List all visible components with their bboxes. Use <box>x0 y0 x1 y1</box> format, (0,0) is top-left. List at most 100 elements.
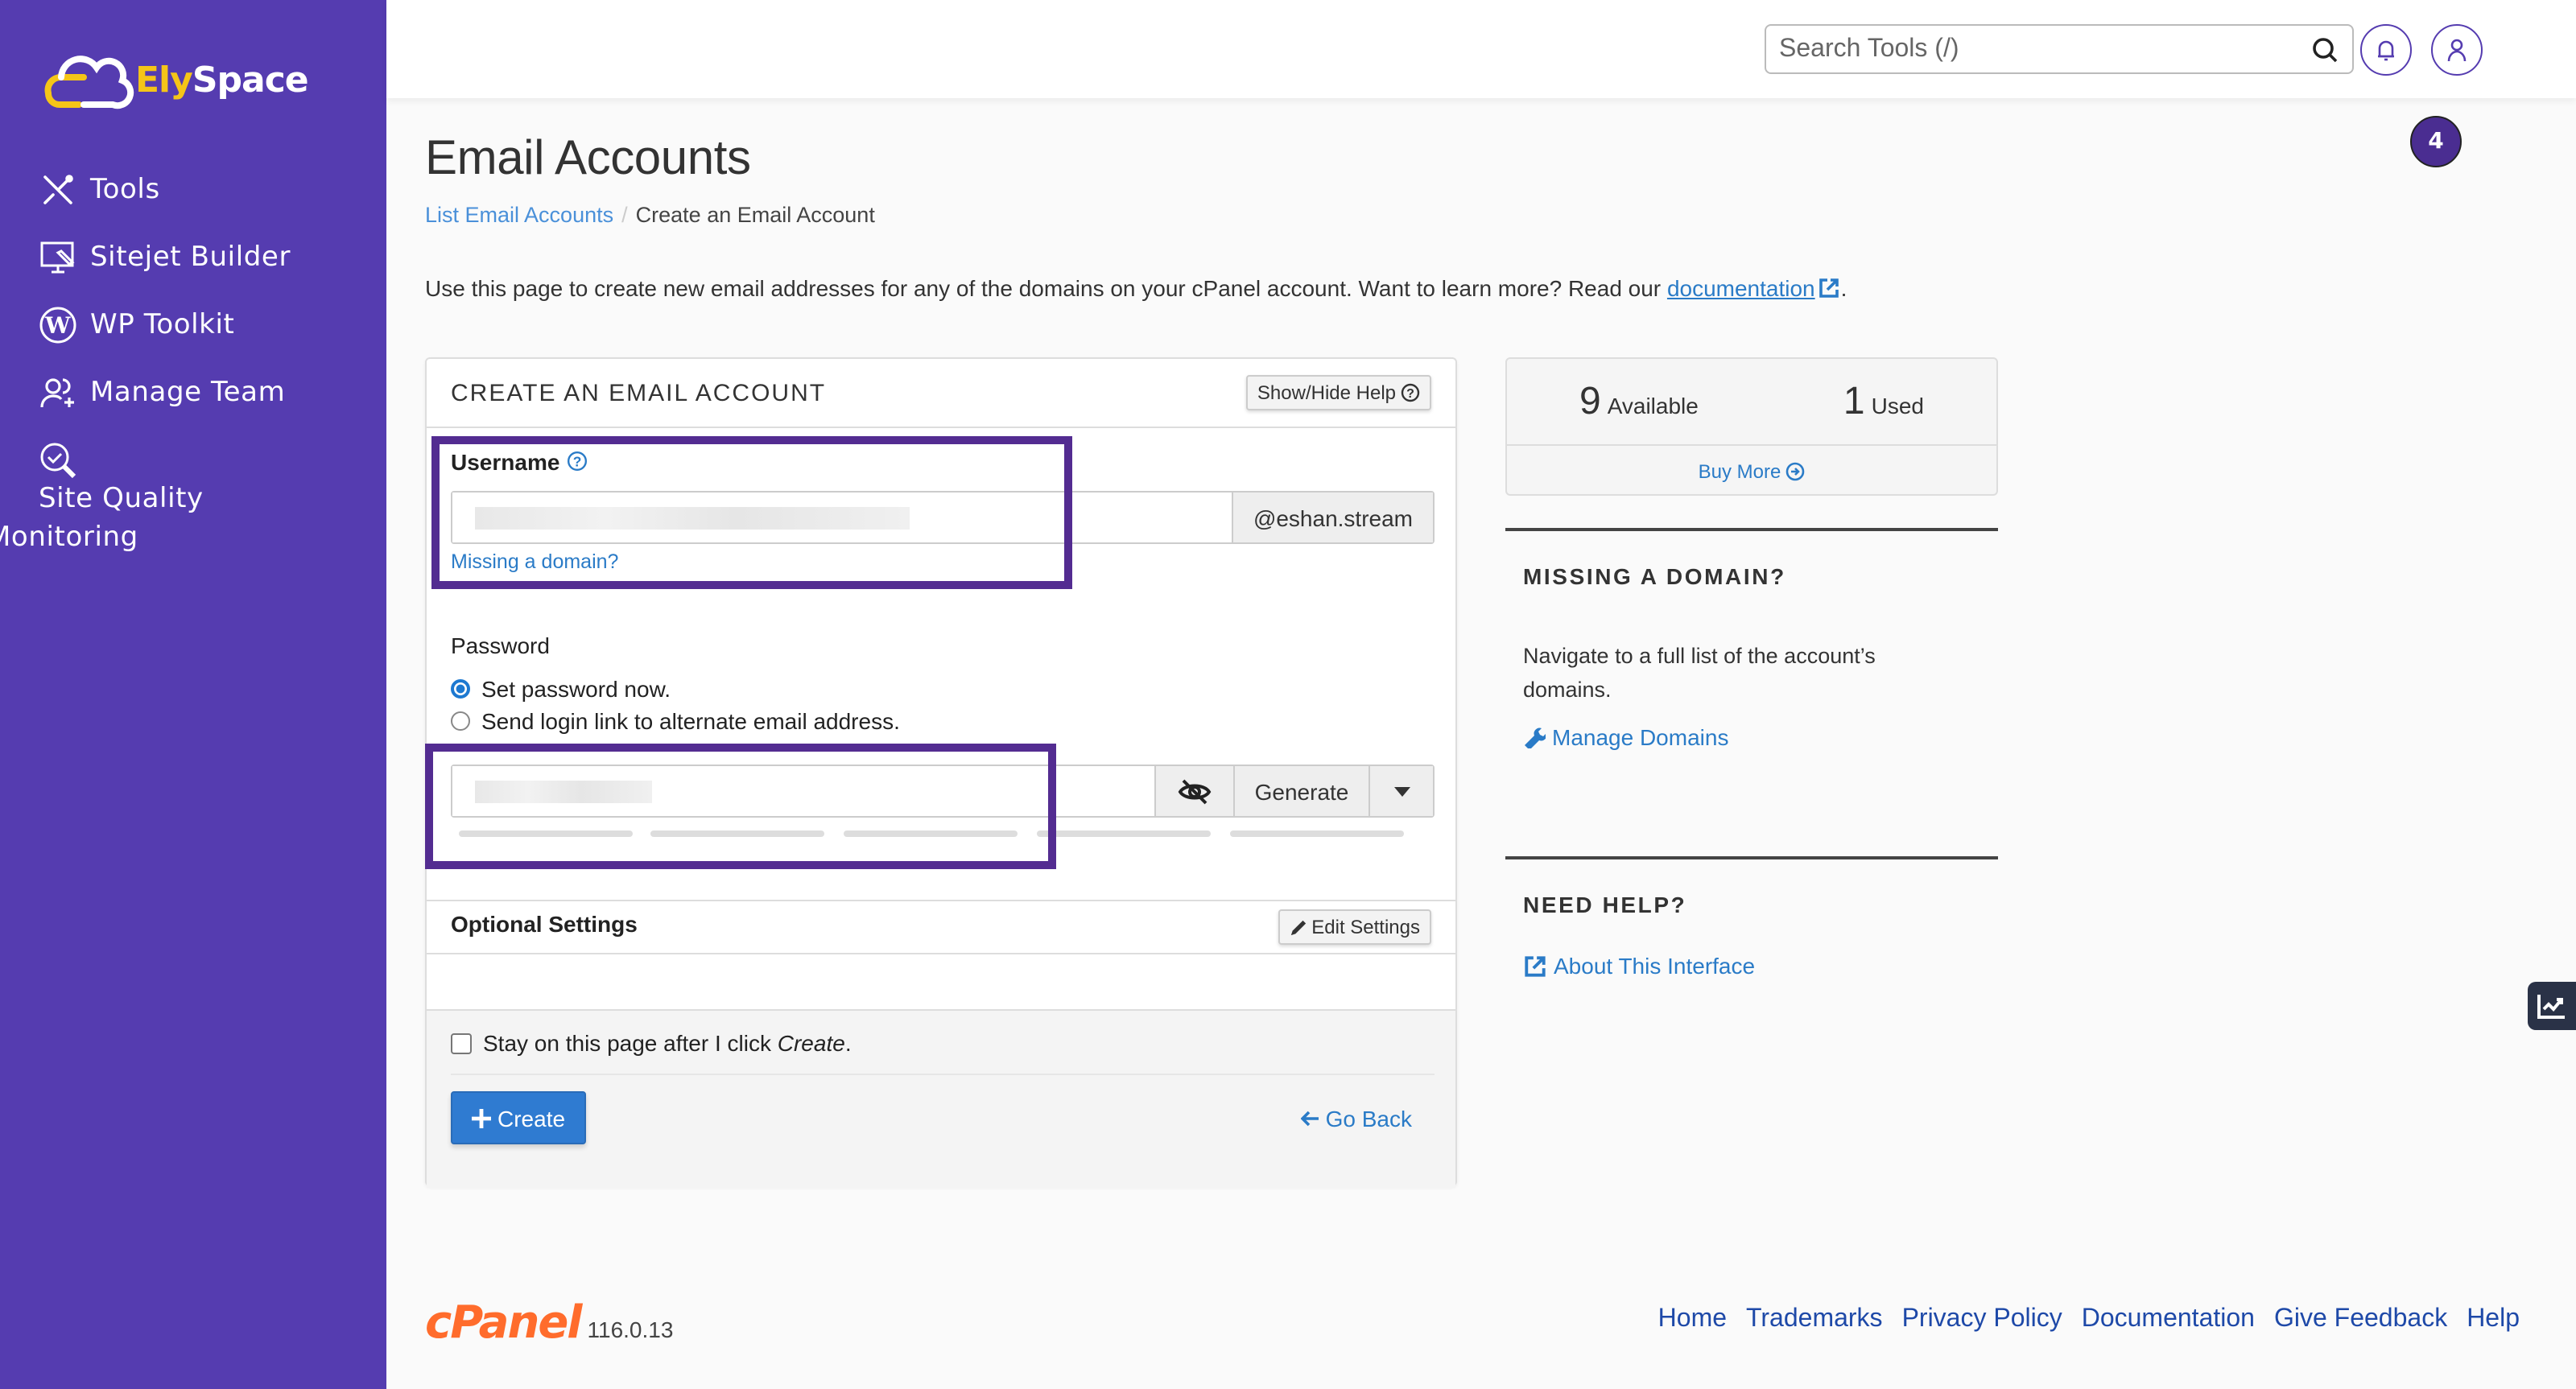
manage-domains-label: Manage Domains <box>1552 724 1729 750</box>
user-menu-button[interactable] <box>2431 24 2483 76</box>
stay-on-page-end: . <box>844 1030 852 1056</box>
footer-links: Home Trademarks Privacy Policy Documenta… <box>1658 1305 2520 1334</box>
sidebar-item-label: WP Toolkit <box>90 309 235 341</box>
caret-down-icon <box>1393 786 1410 796</box>
search-input[interactable] <box>1779 35 2310 64</box>
radio-send-login-link[interactable]: Send login link to alternate email addre… <box>451 708 900 734</box>
section-rule <box>1505 856 1998 859</box>
sidebar-item-manage-team[interactable]: Manage Team <box>39 373 361 412</box>
sidebar-item-tools[interactable]: Tools <box>39 171 361 209</box>
brand-name-part1: Ely <box>135 60 193 101</box>
notifications-button[interactable] <box>2360 24 2412 76</box>
breadcrumb-list-email-accounts[interactable]: List Email Accounts <box>425 203 613 227</box>
panel-title: CREATE AN EMAIL ACCOUNT <box>451 379 827 406</box>
edit-settings-button[interactable]: Edit Settings <box>1278 909 1431 945</box>
sidebar-item-label: Manage Team <box>90 377 286 409</box>
redacted-password <box>475 781 652 803</box>
question-circle-icon: ? <box>1401 383 1420 402</box>
radio-label: Set password now. <box>481 676 671 702</box>
footer-link-home[interactable]: Home <box>1658 1305 1727 1334</box>
username-label-text: Username <box>451 449 560 475</box>
buy-more-link[interactable]: Buy More <box>1699 460 1806 482</box>
users-plus-icon <box>39 373 77 412</box>
cpanel-footer-logo: cPanel 116.0.13 <box>425 1300 673 1346</box>
create-email-panel: CREATE AN EMAIL ACCOUNT Show/Hide Help ?… <box>425 357 1457 1188</box>
cpanel-logo[interactable]: cPanel <box>425 1300 582 1346</box>
intro-text: Use this page to create new email addres… <box>425 275 1847 301</box>
edit-settings-label: Edit Settings <box>1311 916 1420 938</box>
username-help-icon[interactable]: ? <box>566 451 587 472</box>
sidebar-item-label: Site Quality Monitoring <box>0 483 204 554</box>
footer-link-give-feedback[interactable]: Give Feedback <box>2274 1305 2447 1334</box>
create-button-label: Create <box>497 1105 566 1131</box>
sidebar: ElySpace Tools Sitejet Builder W WP Tool… <box>0 0 386 1389</box>
usage-row: 9 Available 1 Used <box>1507 359 1996 446</box>
about-this-interface-label: About This Interface <box>1554 953 1756 979</box>
brand-name-part2: Space <box>192 60 309 101</box>
strength-meter-segment <box>1230 831 1404 837</box>
sidebar-item-wp-toolkit[interactable]: W WP Toolkit <box>39 306 361 344</box>
sitejet-monitor-icon <box>39 238 77 277</box>
footer-link-privacy-policy[interactable]: Privacy Policy <box>1902 1305 2062 1334</box>
password-label: Password <box>451 633 550 658</box>
go-back-link[interactable]: Go Back <box>1301 1106 1412 1131</box>
eye-slash-icon <box>1178 778 1212 804</box>
arrow-circle-right-icon <box>1786 461 1805 480</box>
sidebar-item-label: Tools <box>90 174 160 206</box>
generate-options-dropdown[interactable] <box>1368 766 1433 816</box>
radio-set-password-now[interactable]: Set password now. <box>451 676 671 702</box>
radio-button-selected[interactable] <box>451 679 470 699</box>
go-back-label: Go Back <box>1325 1106 1412 1131</box>
toggle-password-visibility-button[interactable] <box>1154 766 1233 816</box>
divider <box>427 953 1455 954</box>
pencil-icon <box>1290 919 1306 935</box>
breadcrumb-current: Create an Email Account <box>635 203 875 227</box>
redacted-username <box>475 507 910 530</box>
radio-button[interactable] <box>451 711 470 731</box>
used-count: 1 <box>1843 379 1865 422</box>
wrench-icon <box>1525 727 1546 748</box>
svg-text:?: ? <box>572 454 581 470</box>
divider <box>427 900 1455 901</box>
domain-suffix[interactable]: @eshan.stream <box>1232 493 1433 542</box>
stay-on-page-emphasis: Create <box>777 1030 845 1056</box>
svg-text:?: ? <box>1406 387 1414 401</box>
svg-text:W: W <box>44 312 71 339</box>
chart-line-icon <box>2537 995 2565 1019</box>
tools-icon <box>39 171 77 209</box>
about-this-interface-link[interactable]: About This Interface <box>1523 953 1755 979</box>
need-help-heading: NEED HELP? <box>1523 892 1687 917</box>
missing-domain-heading: MISSING A DOMAIN? <box>1523 563 1786 589</box>
missing-domain-link[interactable]: Missing a domain? <box>451 550 618 573</box>
notification-count-badge[interactable]: 4 <box>2410 116 2462 167</box>
section-rule <box>1505 528 1998 531</box>
stay-on-page-checkbox-row[interactable]: Stay on this page after I click Create. <box>451 1030 852 1056</box>
external-link-icon <box>1525 955 1546 976</box>
stay-on-page-checkbox[interactable] <box>451 1032 472 1053</box>
manage-domains-link[interactable]: Manage Domains <box>1523 724 1728 750</box>
search-box[interactable] <box>1765 24 2354 74</box>
account-usage-card: 9 Available 1 Used Buy More <box>1505 357 1998 496</box>
strength-meter-segment <box>459 831 633 837</box>
form-footer: Stay on this page after I click Create. … <box>427 1009 1455 1188</box>
footer-link-documentation[interactable]: Documentation <box>2082 1305 2255 1334</box>
generate-password-button[interactable]: Generate <box>1233 766 1368 816</box>
sidebar-item-site-quality[interactable]: Site Quality Monitoring <box>0 441 361 557</box>
create-button[interactable]: Create <box>451 1091 587 1144</box>
search-icon[interactable] <box>2310 35 2339 64</box>
top-bar <box>386 0 2576 98</box>
panel-header: CREATE AN EMAIL ACCOUNT Show/Hide Help ? <box>427 359 1455 428</box>
elyspace-logo[interactable]: ElySpace <box>39 48 309 113</box>
analytics-side-tab[interactable] <box>2528 982 2576 1030</box>
arrow-left-icon <box>1301 1111 1319 1127</box>
available-label: Available <box>1607 392 1699 418</box>
show-hide-help-button[interactable]: Show/Hide Help ? <box>1245 375 1431 410</box>
page-title: Email Accounts <box>425 132 751 185</box>
footer-link-help[interactable]: Help <box>2467 1305 2520 1334</box>
strength-meter-segment <box>650 831 824 837</box>
brand-name: ElySpace <box>135 60 309 101</box>
footer-link-trademarks[interactable]: Trademarks <box>1746 1305 1883 1334</box>
documentation-link[interactable]: documentation <box>1667 275 1815 301</box>
sidebar-item-sitejet[interactable]: Sitejet Builder <box>39 238 361 277</box>
radio-label: Send login link to alternate email addre… <box>481 708 900 734</box>
